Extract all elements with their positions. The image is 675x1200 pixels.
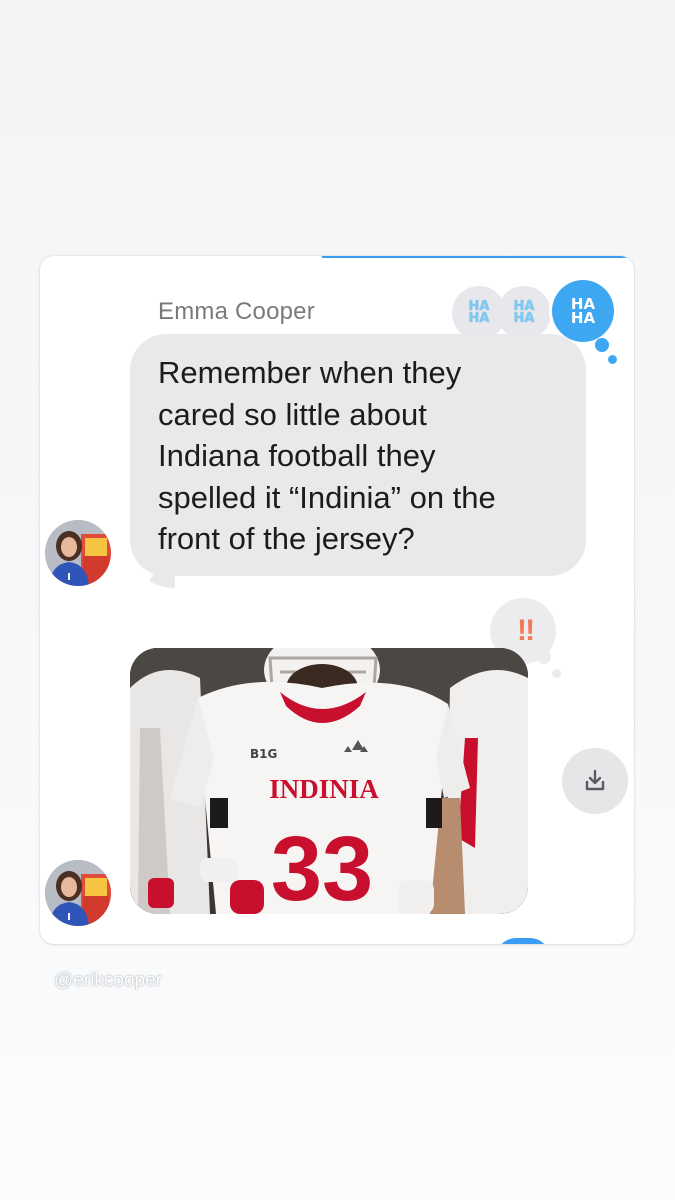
haha-label: HA HA: [513, 299, 535, 326]
top-accent-bar: [322, 256, 634, 258]
jersey-number: 33: [271, 818, 373, 914]
message-line: front of the jersey?: [158, 521, 415, 556]
save-button[interactable]: [562, 748, 628, 814]
avatar[interactable]: I: [45, 520, 111, 586]
message-line: Remember when they: [158, 355, 462, 390]
league-patch: B1G: [250, 747, 277, 761]
reaction-tail-dot: [552, 669, 561, 678]
message-card: Emma Cooper HA HA HA HA HA HA Remember when…: [40, 256, 634, 944]
watermark: @erikcooper: [54, 970, 162, 991]
sender-name: Emma Cooper: [158, 298, 315, 325]
reaction-tail-dot: [537, 650, 551, 664]
svg-text:I: I: [67, 912, 71, 923]
haha-label: HA HA: [570, 295, 596, 327]
message-bubble[interactable]: Remember when they cared so little about…: [130, 334, 586, 576]
download-icon: [585, 769, 605, 791]
shared-photo[interactable]: B1G INDINIA 33: [130, 648, 528, 914]
message-line: spelled it “Indinia” on the: [158, 479, 496, 515]
haha-reaction-selected-icon[interactable]: HA HA: [552, 280, 614, 342]
message-line: cared so little about: [158, 396, 427, 432]
haha-label: HA HA: [468, 299, 490, 326]
jersey-text: INDINIA: [269, 774, 379, 804]
exclamation-label: ‼: [516, 614, 535, 647]
message-line: Indiana football they: [158, 438, 436, 473]
reaction-tail-dot: [595, 338, 609, 352]
next-message-peek: [496, 938, 550, 944]
svg-text:I: I: [67, 572, 71, 583]
avatar[interactable]: I: [45, 860, 111, 926]
haha-reaction-icon[interactable]: HA HA: [497, 286, 551, 340]
reaction-tail-dot: [608, 355, 617, 364]
